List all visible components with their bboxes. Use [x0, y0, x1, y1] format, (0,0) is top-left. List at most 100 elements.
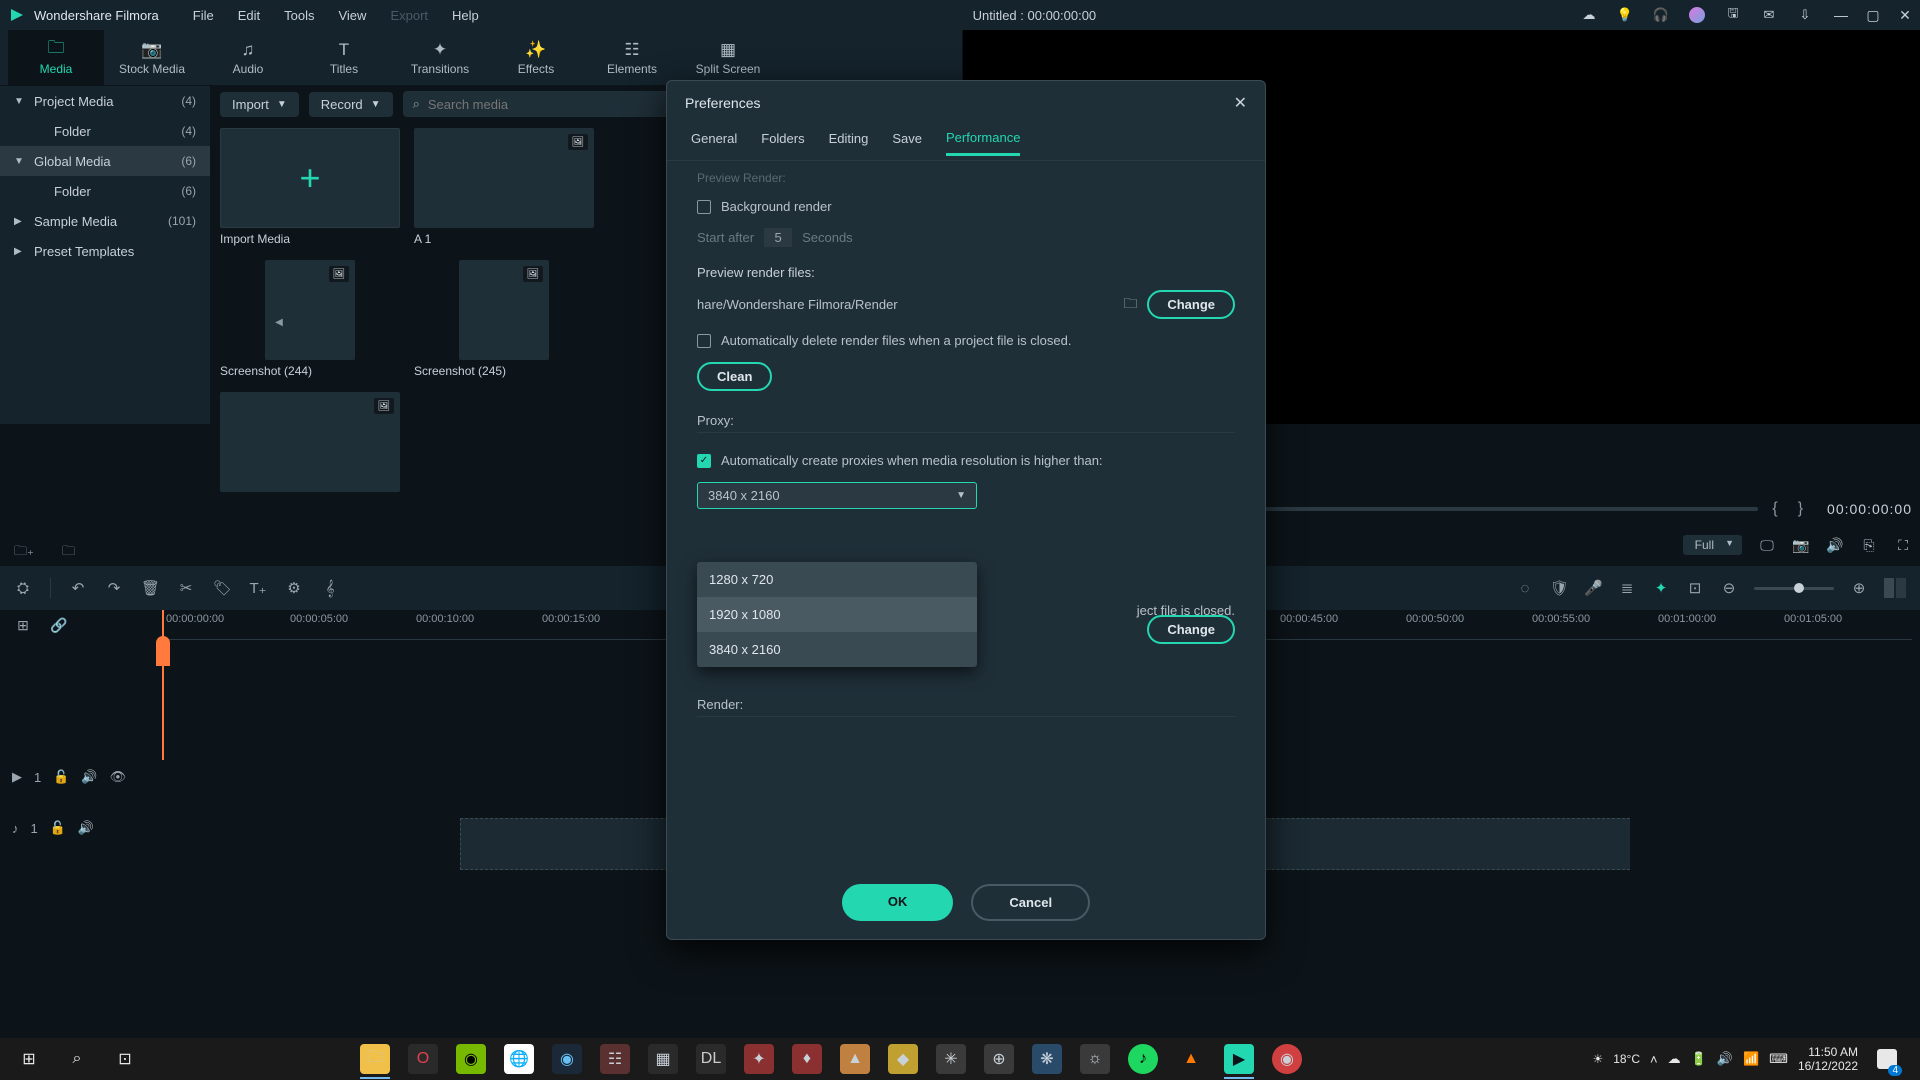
close-icon[interactable]: ✕: [1234, 93, 1247, 113]
cloud-icon[interactable]: ☁: [1580, 6, 1598, 24]
audio-track-header[interactable]: ♪ 1 🔓 🔊: [0, 804, 160, 852]
maximize-icon[interactable]: ▢: [1866, 7, 1880, 24]
notifications-icon[interactable]: 4: [1868, 1038, 1906, 1080]
fullscreen-icon[interactable]: ⛶: [1894, 537, 1912, 554]
taskbar-app-steam[interactable]: ◉: [544, 1039, 590, 1079]
task-view-icon[interactable]: ⊡: [102, 1038, 148, 1080]
pref-tab-editing[interactable]: Editing: [829, 131, 869, 154]
settings-icon[interactable]: ⛭: [14, 580, 32, 597]
tab-audio[interactable]: ♫Audio: [200, 30, 296, 86]
checkbox-auto-delete-render[interactable]: [697, 334, 711, 348]
weather-icon[interactable]: ☀: [1592, 1052, 1603, 1066]
taskbar-app-generic-3[interactable]: DL: [688, 1039, 734, 1079]
tab-elements[interactable]: ☷Elements: [584, 30, 680, 86]
zoom-handle[interactable]: [1794, 583, 1804, 593]
taskbar-app-generic-2[interactable]: ▦: [640, 1039, 686, 1079]
pip-icon[interactable]: ⎘: [1860, 537, 1878, 554]
zoom-out-icon[interactable]: ⊖: [1720, 579, 1738, 597]
taskbar-app-generic-11[interactable]: ☼: [1072, 1039, 1118, 1079]
import-media-tile[interactable]: +Import Media: [220, 128, 400, 246]
shield-icon[interactable]: 🛡: [1550, 579, 1568, 597]
mark-in-icon[interactable]: {: [1766, 500, 1783, 518]
undo-icon[interactable]: ↶: [69, 579, 87, 597]
collapse-handle[interactable]: ◀: [274, 310, 284, 334]
sidebar-item-folder-1[interactable]: Folder(4): [0, 116, 210, 146]
bulb-icon[interactable]: 💡: [1616, 6, 1634, 24]
tab-media[interactable]: 🗀Media: [8, 30, 104, 86]
ok-button[interactable]: OK: [842, 884, 954, 921]
view-mode-1[interactable]: [1884, 578, 1894, 598]
sidebar-item-preset-templates[interactable]: ▶Preset Templates: [0, 236, 210, 266]
taskbar-app-generic-4[interactable]: ✦: [736, 1039, 782, 1079]
taskbar-app-vlc[interactable]: ▲: [1168, 1039, 1214, 1079]
taskbar-app-generic-10[interactable]: ❋: [1024, 1039, 1070, 1079]
mail-icon[interactable]: ✉: [1760, 6, 1778, 24]
mark-out-icon[interactable]: }: [1792, 500, 1809, 518]
auto-delete-render-row[interactable]: Automatically delete render files when a…: [697, 333, 1235, 348]
taskbar-app-generic-5[interactable]: ♦: [784, 1039, 830, 1079]
cut-icon[interactable]: ✂: [177, 579, 195, 597]
download-icon[interactable]: ⇩: [1796, 6, 1814, 24]
mic-icon[interactable]: 🎤: [1584, 579, 1602, 597]
start-after-value[interactable]: 5: [764, 228, 792, 247]
taskbar-app-generic-12[interactable]: ◉: [1264, 1039, 1310, 1079]
sidebar-item-global-media[interactable]: ▼Global Media(6): [0, 146, 210, 176]
tab-stock-media[interactable]: 📷Stock Media: [104, 30, 200, 86]
save-icon[interactable]: 🖫: [1724, 6, 1742, 24]
clock[interactable]: 11:50 AM 16/12/2022: [1798, 1045, 1858, 1074]
tab-titles[interactable]: TTitles: [296, 30, 392, 86]
dropdown-option[interactable]: 3840 x 2160: [697, 632, 977, 667]
lock-icon[interactable]: 🔓: [50, 820, 66, 836]
menu-help[interactable]: Help: [442, 4, 489, 27]
tab-transitions[interactable]: ✦Transitions: [392, 30, 488, 86]
taskbar-app-generic-8[interactable]: ✳: [928, 1039, 974, 1079]
media-thumb[interactable]: 🖼Screenshot (244): [220, 260, 400, 378]
taskbar-app-generic-1[interactable]: ☷: [592, 1039, 638, 1079]
taskbar-app-explorer[interactable]: 🗀: [352, 1039, 398, 1079]
mute-icon[interactable]: 🔊: [78, 820, 94, 836]
taskbar-app-filmora[interactable]: ▶: [1216, 1039, 1262, 1079]
preview-zoom-select[interactable]: Full▼: [1683, 535, 1742, 555]
pref-tab-performance[interactable]: Performance: [946, 130, 1020, 156]
proxy-resolution-select[interactable]: 3840 x 2160 ▼: [697, 482, 977, 509]
view-mode-2[interactable]: [1896, 578, 1906, 598]
menu-tools[interactable]: Tools: [274, 4, 324, 27]
adjust-icon[interactable]: ⚙: [285, 579, 303, 597]
menu-export[interactable]: Export: [380, 4, 438, 27]
wifi-icon[interactable]: 📶: [1743, 1051, 1759, 1067]
minimize-icon[interactable]: —: [1834, 7, 1848, 24]
taskbar-app-chrome[interactable]: 🌐: [496, 1039, 542, 1079]
monitor-icon[interactable]: 🖵: [1758, 537, 1776, 554]
checkbox-bg-render[interactable]: [697, 200, 711, 214]
snapshot-icon[interactable]: 📷: [1792, 537, 1810, 554]
lock-icon[interactable]: 🔓: [53, 769, 69, 785]
link-icon[interactable]: 🔗: [50, 617, 68, 634]
delete-icon[interactable]: 🗑: [141, 579, 159, 597]
folder-icon[interactable]: 🗀: [62, 542, 82, 560]
fit-icon[interactable]: ⊡: [1686, 579, 1704, 597]
taskbar-app-generic-6[interactable]: ▲: [832, 1039, 878, 1079]
video-track-header[interactable]: ▶ 1 🔓 🔊 👁: [0, 750, 160, 804]
media-thumb[interactable]: 🖼A 1: [414, 128, 594, 246]
sidebar-item-folder-2[interactable]: Folder(6): [0, 176, 210, 206]
taskbar-app-nvidia[interactable]: ◉: [448, 1039, 494, 1079]
pref-tab-save[interactable]: Save: [892, 131, 922, 154]
headset-icon[interactable]: 🎧: [1652, 6, 1670, 24]
mute-icon[interactable]: 🔊: [81, 769, 97, 785]
taskbar-app-generic-7[interactable]: ◆: [880, 1039, 926, 1079]
menu-edit[interactable]: Edit: [228, 4, 270, 27]
media-thumb[interactable]: 🖼Screenshot (245): [414, 260, 594, 378]
zoom-in-icon[interactable]: ⊕: [1850, 579, 1868, 597]
tray-expand-icon[interactable]: ˄: [1650, 1052, 1658, 1067]
visibility-icon[interactable]: 👁: [110, 769, 127, 785]
start-button[interactable]: ⊞: [6, 1038, 52, 1080]
change-proxy-path-button[interactable]: Change: [1147, 615, 1235, 644]
sidebar-item-project-media[interactable]: ▼Project Media(4): [0, 86, 210, 116]
import-dropdown[interactable]: Import▼: [220, 92, 299, 117]
pref-tab-folders[interactable]: Folders: [761, 131, 804, 154]
mixer-icon[interactable]: ≣: [1618, 579, 1636, 597]
auto-proxy-row[interactable]: ✓ Automatically create proxies when medi…: [697, 453, 1235, 468]
taskbar-app-opera[interactable]: O: [400, 1039, 446, 1079]
cloud-sync-icon[interactable]: ☁: [1668, 1051, 1681, 1067]
close-icon[interactable]: ✕: [1898, 7, 1912, 24]
